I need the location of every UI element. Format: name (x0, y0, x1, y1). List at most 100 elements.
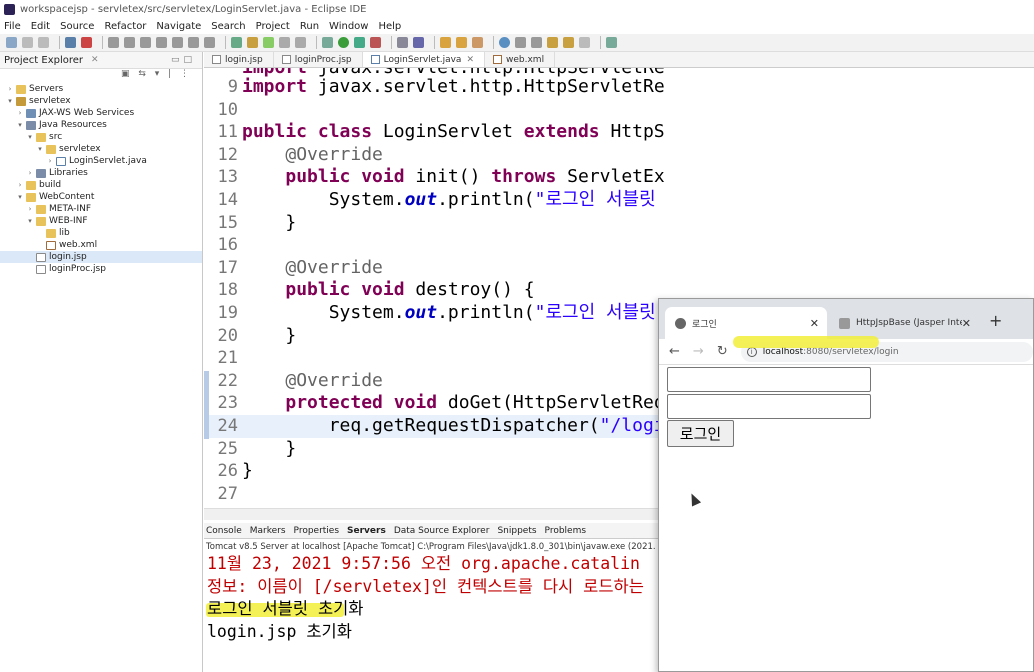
forward-arrow-icon[interactable]: → (693, 344, 704, 359)
collapsed-icon[interactable]: › (16, 181, 24, 189)
back-icon[interactable] (563, 37, 574, 48)
close-icon[interactable]: ✕ (91, 55, 99, 65)
code-editor[interactable]: import javax.servlet.http.HttpServletReq… (204, 68, 664, 508)
whitespace-icon[interactable] (295, 37, 306, 48)
open-perspective-icon[interactable] (231, 37, 242, 48)
external-tools-icon[interactable] (370, 37, 381, 48)
tab-servers[interactable]: Servers (347, 526, 386, 536)
skip-breakpoints-icon[interactable] (81, 37, 92, 48)
browser-tab-login[interactable]: 로그인 ✕ (665, 307, 827, 339)
tab-problems[interactable]: Problems (545, 526, 586, 536)
save-all-icon[interactable] (38, 37, 49, 48)
collapsed-icon[interactable]: › (26, 169, 34, 177)
menu-file[interactable]: File (4, 21, 21, 32)
last-edit-icon[interactable] (547, 37, 558, 48)
tree-item[interactable]: ▾ servletex (0, 95, 202, 107)
annotation-next-icon[interactable] (515, 37, 526, 48)
run-icon[interactable] (338, 37, 349, 48)
tree-item[interactable]: ▾ WebContent (0, 191, 202, 203)
collapsed-icon[interactable]: › (6, 85, 14, 93)
tree-item[interactable]: ▾ servletex (0, 143, 202, 155)
tree-item[interactable]: web.xml (0, 239, 202, 251)
debug-icon[interactable] (322, 37, 333, 48)
terminate-icon[interactable] (140, 37, 151, 48)
tree-item[interactable]: › JAX-WS Web Services (0, 107, 202, 119)
menu-search[interactable]: Search (211, 21, 245, 32)
new-server-icon[interactable] (397, 37, 408, 48)
close-icon[interactable]: ✕ (466, 55, 474, 65)
tab-loginproc-jsp[interactable]: loginProc.jsp (274, 52, 363, 67)
terminal-icon[interactable] (65, 37, 76, 48)
project-explorer-title[interactable]: Project Explorer (4, 55, 83, 66)
menu-window[interactable]: Window (329, 21, 368, 32)
disconnect-icon[interactable] (156, 37, 167, 48)
coverage-icon[interactable] (354, 37, 365, 48)
password-input[interactable] (667, 394, 871, 419)
tab-console[interactable]: Console (206, 526, 242, 536)
close-icon[interactable]: ✕ (962, 317, 971, 330)
suspend-icon[interactable] (124, 37, 135, 48)
mark-occurrences-icon[interactable] (247, 37, 258, 48)
step-over-icon[interactable] (188, 37, 199, 48)
tree-item[interactable]: lib (0, 227, 202, 239)
browser-icon[interactable] (499, 37, 510, 48)
forward-icon[interactable] (579, 37, 590, 48)
collapsed-icon[interactable]: › (16, 109, 24, 117)
tree-item[interactable]: › build (0, 179, 202, 191)
tab-data-source-explorer[interactable]: Data Source Explorer (394, 526, 490, 536)
expanded-icon[interactable]: ▾ (36, 145, 44, 153)
menu-project[interactable]: Project (256, 21, 290, 32)
menu-help[interactable]: Help (378, 21, 401, 32)
menu-navigate[interactable]: Navigate (156, 21, 201, 32)
tab-markers[interactable]: Markers (250, 526, 286, 536)
collapsed-icon[interactable]: › (46, 157, 54, 165)
expanded-icon[interactable]: ▾ (6, 97, 14, 105)
save-icon[interactable] (22, 37, 33, 48)
new-icon[interactable] (6, 37, 17, 48)
block-select-icon[interactable] (279, 37, 290, 48)
tab-loginservlet-java[interactable]: LoginServlet.java ✕ (362, 52, 485, 67)
new-class-icon[interactable] (413, 37, 424, 48)
editor-horizontal-scrollbar[interactable] (204, 508, 664, 520)
username-input[interactable] (667, 367, 871, 392)
browser-tab-httpjspbase[interactable]: HttpJspBase (Jasper Internal AP ✕ (829, 307, 979, 339)
resume-icon[interactable] (108, 37, 119, 48)
login-button[interactable]: 로그인 (667, 420, 734, 447)
toggle-icon[interactable] (263, 37, 274, 48)
tab-login-jsp[interactable]: login.jsp (204, 52, 274, 67)
expanded-icon[interactable]: ▾ (16, 193, 24, 201)
tree-item[interactable]: ▾ WEB-INF (0, 215, 202, 227)
tab-properties[interactable]: Properties (294, 526, 339, 536)
tree-item[interactable]: login.jsp (0, 251, 202, 263)
tab-snippets[interactable]: Snippets (497, 526, 536, 536)
menu-run[interactable]: Run (300, 21, 319, 32)
open-console-icon[interactable] (606, 37, 617, 48)
reload-icon[interactable]: ↻ (717, 344, 728, 359)
open-type-icon[interactable] (440, 37, 451, 48)
step-into-icon[interactable] (172, 37, 183, 48)
tree-item[interactable]: › Servers (0, 83, 202, 95)
search-icon[interactable] (472, 37, 483, 48)
menu-refactor[interactable]: Refactor (104, 21, 146, 32)
menu-edit[interactable]: Edit (31, 21, 50, 32)
tab-web-xml[interactable]: web.xml (485, 52, 556, 67)
menu-source[interactable]: Source (60, 21, 94, 32)
collapsed-icon[interactable]: › (26, 205, 34, 213)
minimize-maximize-icon[interactable]: ▭□ (171, 55, 196, 65)
expanded-icon[interactable]: ▾ (16, 121, 24, 129)
annotation-prev-icon[interactable] (531, 37, 542, 48)
open-task-icon[interactable] (456, 37, 467, 48)
explorer-tool-icons[interactable]: ▣ ⇆ ▾ | ⋮ (0, 69, 202, 83)
tree-item[interactable]: › Libraries (0, 167, 202, 179)
tree-item[interactable]: ▾ Java Resources (0, 119, 202, 131)
expanded-icon[interactable]: ▾ (26, 133, 34, 141)
tree-item[interactable]: loginProc.jsp (0, 263, 202, 275)
console-output[interactable]: 11월 23, 2021 9:57:56 오전 org.apache.catal… (204, 553, 659, 672)
tree-item[interactable]: › META-INF (0, 203, 202, 215)
new-tab-icon[interactable]: + (989, 311, 1002, 330)
tree-item[interactable]: › LoginServlet.java (0, 155, 202, 167)
expanded-icon[interactable]: ▾ (26, 217, 34, 225)
back-arrow-icon[interactable]: ← (669, 344, 680, 359)
step-return-icon[interactable] (204, 37, 215, 48)
info-icon[interactable]: i (746, 346, 757, 357)
